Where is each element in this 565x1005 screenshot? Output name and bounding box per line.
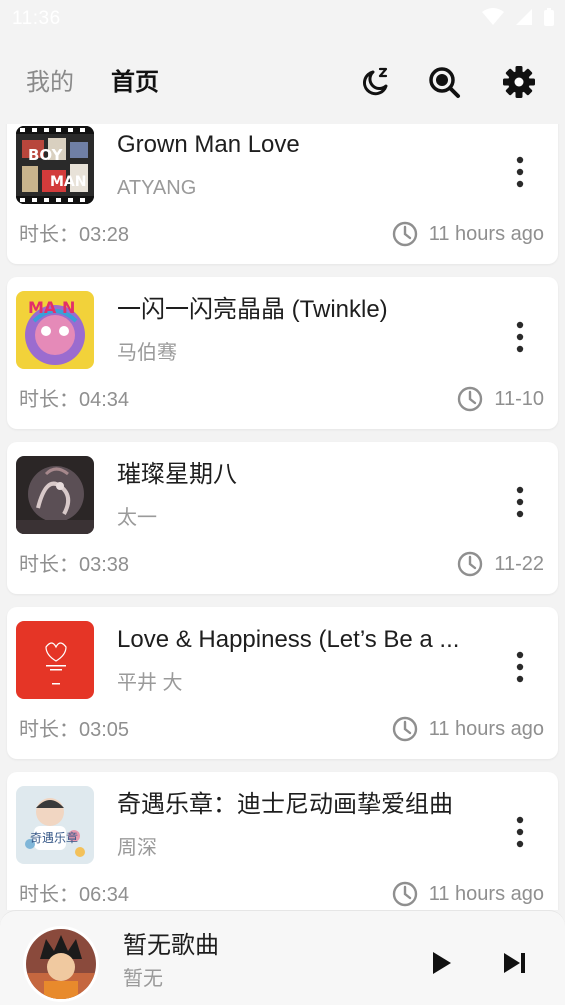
song-title: Grown Man Love: [117, 131, 300, 158]
play-icon: [433, 952, 451, 974]
song-artist: 周深: [117, 837, 157, 859]
wifi-icon: [482, 7, 505, 25]
song-card[interactable]: 璀璨星期八 太一 时长：03:38 11-22: [7, 442, 558, 594]
more-vertical-icon: [516, 156, 524, 188]
album-cover: 奇遇乐章: [16, 786, 94, 864]
song-artist: 平井 大: [117, 672, 183, 694]
sleep-timer-icon: [363, 67, 388, 96]
song-card[interactable]: BOY MAN Grown Man Love ATYANG 时长：03:28 1…: [7, 124, 558, 264]
next-track-button[interactable]: [499, 947, 531, 979]
song-duration: 时长：06:34: [19, 884, 130, 906]
svg-text:N: N: [62, 298, 75, 317]
top-bar: 我的 首页: [0, 48, 565, 118]
song-date-text: 11 hours ago: [428, 717, 544, 740]
song-duration: 时长：03:28: [19, 224, 130, 246]
more-vertical-icon: [516, 816, 524, 848]
song-title: 一闪一闪亮晶晶 (Twinkle): [117, 296, 388, 323]
song-duration: 时长：03:38: [19, 554, 130, 576]
more-vertical-icon: [516, 651, 524, 683]
svg-text:BOY: BOY: [28, 146, 64, 164]
sleep-timer-button[interactable]: [358, 64, 394, 100]
mini-player[interactable]: 暂无歌曲 暂无: [0, 910, 565, 1005]
song-title: Love & Happiness (Let’s Be a ...: [117, 626, 460, 653]
more-options-button[interactable]: [508, 152, 532, 192]
status-time: 11:36: [12, 8, 61, 29]
search-icon: [429, 67, 460, 98]
more-options-button[interactable]: [508, 812, 532, 852]
more-vertical-icon: [516, 486, 524, 518]
svg-text:奇遇乐章: 奇遇乐章: [30, 830, 78, 845]
song-duration: 时长：04:34: [19, 389, 130, 411]
clock-icon: [458, 386, 483, 412]
song-card[interactable]: 奇遇乐章 奇遇乐章：迪士尼动画挚爱组曲 周深 时长：06:34 11 hours…: [7, 772, 558, 910]
song-artist: 太一: [117, 507, 157, 529]
clock-icon: [392, 716, 417, 742]
signal-icon: [515, 8, 532, 25]
more-options-button[interactable]: [508, 647, 532, 687]
song-date-text: 11 hours ago: [428, 222, 544, 245]
battery-icon: [544, 7, 554, 26]
status-icons: [478, 6, 555, 28]
gear-icon: [503, 66, 535, 98]
song-list: BOY MAN Grown Man Love ATYANG 时长：03:28 1…: [0, 124, 565, 910]
settings-button[interactable]: [501, 64, 537, 100]
song-card[interactable]: MA N 一闪一闪亮晶晶 (Twinkle) 马伯骞 时长：04:34 11-1…: [7, 277, 558, 429]
now-playing-cover[interactable]: [26, 929, 96, 999]
status-bar: 11:36: [0, 0, 565, 38]
song-date: 11 hours ago: [391, 219, 544, 249]
svg-text:MAN: MAN: [50, 174, 86, 190]
now-playing-title: 暂无歌曲: [123, 932, 219, 959]
song-date-text: 11-22: [494, 552, 544, 575]
song-date: 11 hours ago: [391, 714, 544, 744]
song-artist: 马伯骞: [117, 342, 177, 364]
album-cover: MA N: [16, 291, 94, 369]
tab-home[interactable]: 首页: [111, 68, 159, 98]
song-title: 璀璨星期八: [117, 461, 237, 488]
now-playing-artist: 暂无: [123, 968, 163, 990]
song-artist: ATYANG: [117, 177, 197, 199]
skip-next-icon: [504, 953, 525, 973]
clock-icon: [392, 221, 417, 247]
song-title: 奇遇乐章：迪士尼动画挚爱组曲: [117, 791, 453, 818]
song-date: 11 hours ago: [391, 879, 544, 909]
album-cover: [16, 621, 94, 699]
song-duration: 时长：03:05: [19, 719, 130, 741]
tab-mine[interactable]: 我的: [26, 68, 74, 98]
album-cover: BOY MAN: [16, 126, 94, 204]
svg-text:MA: MA: [28, 298, 57, 317]
song-date-text: 11 hours ago: [428, 882, 544, 905]
clock-icon: [458, 551, 483, 577]
more-options-button[interactable]: [508, 317, 532, 357]
play-button[interactable]: [425, 947, 457, 979]
song-card[interactable]: Love & Happiness (Let’s Be a ... 平井 大 时长…: [7, 607, 558, 759]
search-button[interactable]: [426, 64, 462, 100]
song-date-text: 11-10: [494, 387, 544, 410]
more-vertical-icon: [516, 321, 524, 353]
more-options-button[interactable]: [508, 482, 532, 522]
clock-icon: [392, 881, 417, 907]
album-cover: [16, 456, 94, 534]
song-date: 11-22: [456, 549, 544, 579]
song-date: 11-10: [456, 384, 544, 414]
